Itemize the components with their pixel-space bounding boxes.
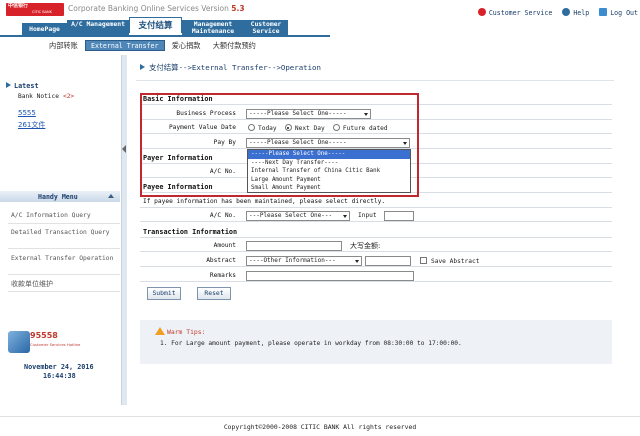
- footer: Copyright©2000-2008 CITIC BANK All right…: [0, 416, 640, 436]
- header: 中信银行 CITIC BANK Corporate Banking Online…: [0, 0, 640, 37]
- row-abstract: Abstract ----Other Information--- Save A…: [140, 255, 612, 267]
- divider: [8, 223, 120, 224]
- payee-ac-select[interactable]: ---Please Select One---: [246, 211, 350, 221]
- subnav-internal-transfer[interactable]: 内部转账: [44, 40, 83, 51]
- arrow-right-icon: [6, 82, 11, 88]
- hotline-number: 95558: [30, 331, 58, 340]
- amount-label: Amount: [213, 242, 236, 249]
- abstract-select[interactable]: ----Other Information---: [246, 256, 362, 266]
- app-version: 5.3: [231, 4, 245, 13]
- nav-underline: [0, 35, 330, 37]
- dropdown-option[interactable]: Large Amount Payment: [248, 176, 410, 185]
- save-abstract-checkbox[interactable]: [420, 257, 427, 264]
- divider: [8, 274, 120, 275]
- customer-service-link[interactable]: Customer Service: [477, 8, 553, 17]
- logo-subtext: CITIC BANK: [32, 10, 52, 14]
- reset-button[interactable]: Reset: [197, 287, 231, 300]
- subnav-external-transfer[interactable]: External Transfer: [85, 40, 165, 51]
- hotline-phone-icon: [8, 331, 30, 353]
- input-label: Input: [358, 212, 377, 219]
- section-transaction-information: Transaction Information: [140, 226, 612, 238]
- abstract-label: Abstract: [206, 257, 236, 264]
- amount-in-words-label: 大写金额:: [350, 242, 381, 250]
- notice-link[interactable]: 5555: [18, 109, 36, 117]
- handy-menu-header[interactable]: Handy Menu: [0, 191, 120, 202]
- notice-link[interactable]: 261文件: [18, 120, 45, 130]
- remarks-label: Remarks: [209, 272, 236, 279]
- nav-payment-settlement[interactable]: 支付结算: [129, 17, 182, 33]
- menu-detailed-transaction-query[interactable]: Detailed Transaction Query: [11, 229, 119, 237]
- submit-button[interactable]: Submit: [147, 287, 181, 300]
- menu-payee-maintenance[interactable]: 收款单位维护: [11, 280, 119, 288]
- tips-title: Warm Tips:: [167, 328, 206, 336]
- hotline-caption: Customer Services Hotline: [30, 342, 81, 347]
- app-title-text: Corporate Banking Online Services Versio…: [68, 4, 229, 13]
- abstract-input[interactable]: [365, 256, 411, 266]
- bank-notice[interactable]: Bank Notice <2>: [18, 93, 74, 100]
- nav-management-maintenance[interactable]: Management Maintenance: [182, 20, 244, 36]
- warning-icon: [155, 327, 165, 335]
- divider: [8, 291, 120, 292]
- current-date: November 24, 2016: [24, 363, 94, 371]
- payee-ac-input[interactable]: [384, 211, 414, 221]
- latest-heading: Latest: [6, 82, 39, 90]
- dropdown-option[interactable]: -----Please Select One-----: [248, 150, 410, 159]
- copyright-text: Copyright©2000-2008 CITIC BANK All right…: [223, 423, 417, 431]
- logout-icon: [599, 8, 608, 16]
- row-remarks: Remarks: [140, 270, 612, 282]
- dropdown-option[interactable]: Internal Transfer of China Citic Bank: [248, 167, 410, 176]
- logo-text: 中信银行: [8, 3, 29, 9]
- warm-tips-panel: Warm Tips: 1. For Large amount payment, …: [140, 320, 612, 364]
- save-abstract-label: Save Abstract: [431, 258, 480, 265]
- log-out-label: Log Out: [610, 9, 638, 17]
- dropdown-option[interactable]: ----Next Day Transfer----: [248, 159, 410, 168]
- help-label: Help: [573, 9, 590, 17]
- section-title: Transaction Information: [143, 228, 238, 236]
- payee-hint: If payee information has been maintained…: [143, 198, 386, 205]
- sidebar-splitter[interactable]: [121, 55, 127, 405]
- latest-label: Latest: [14, 82, 39, 90]
- menu-external-transfer-operation[interactable]: External Transfer Operation: [11, 255, 119, 263]
- save-abstract-option: Save Abstract: [420, 257, 479, 265]
- amount-input[interactable]: [246, 241, 342, 251]
- tips-line: 1. For Large amount payment, please oper…: [160, 340, 462, 347]
- help-icon: [562, 8, 571, 16]
- row-payee-ac: A/C No. ---Please Select One--- Input: [140, 210, 612, 222]
- menu-ac-information-query[interactable]: A/C Information Query: [11, 212, 119, 220]
- subnav-charity-donation[interactable]: 爱心捐款: [167, 40, 206, 51]
- customer-service-label: Customer Service: [488, 9, 553, 17]
- collapse-left-icon[interactable]: [122, 145, 126, 153]
- utility-links: Customer Service Help Log Out: [472, 8, 638, 20]
- breadcrumb: 支付结算-->External Transfer-->Operation: [140, 62, 321, 73]
- left-sidebar: Latest Bank Notice <2> 5555 261文件 Handy M…: [0, 55, 127, 405]
- row-amount: Amount 大写金额:: [140, 240, 612, 252]
- help-link[interactable]: Help: [562, 8, 589, 17]
- divider: [8, 248, 120, 249]
- sub-navigation: 内部转账 External Transfer 爱心捐款 大额付款预约: [44, 40, 261, 52]
- row-payee-hint: If payee information has been maintained…: [140, 196, 612, 208]
- subnav-large-payment-booking[interactable]: 大额付款预约: [208, 40, 261, 51]
- handy-menu-title: Handy Menu: [38, 193, 78, 201]
- notice-count: <2>: [62, 93, 75, 100]
- dropdown-option[interactable]: Small Amount Payment: [248, 184, 410, 193]
- remarks-input[interactable]: [246, 271, 414, 281]
- nav-ac-management[interactable]: A/C Management: [67, 20, 129, 36]
- citic-bank-logo: 中信银行 CITIC BANK: [6, 3, 64, 16]
- log-out-link[interactable]: Log Out: [599, 8, 638, 17]
- app-title: Corporate Banking Online Services Versio…: [68, 4, 245, 13]
- payee-ac-label: A/C No.: [209, 212, 236, 219]
- phone-icon: [477, 8, 486, 16]
- arrow-right-icon: [140, 64, 145, 70]
- breadcrumb-text: 支付结算-->External Transfer-->Operation: [149, 63, 321, 72]
- pay-by-dropdown-list[interactable]: -----Please Select One----- ----Next Day…: [247, 149, 411, 193]
- divider: [136, 80, 614, 81]
- nav-customer-service[interactable]: Customer Service: [244, 20, 288, 36]
- top-navigation: HomePage A/C Management 支付结算 Management …: [0, 17, 330, 36]
- collapse-icon[interactable]: [108, 194, 114, 198]
- current-time: 16:44:38: [43, 372, 76, 380]
- bank-notice-label: Bank Notice: [18, 93, 59, 100]
